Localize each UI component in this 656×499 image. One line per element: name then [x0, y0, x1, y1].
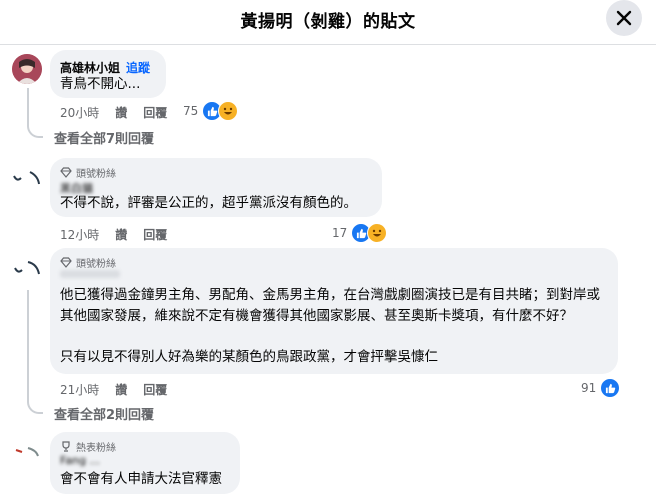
like-button[interactable]: 讚 [115, 226, 127, 243]
follow-button[interactable]: 追蹤 [126, 61, 150, 75]
comment-text: 只有以見不得別人好為樂的某顏色的鳥跟政黨，才會抨擊吳慷仁 [60, 349, 438, 365]
avatar[interactable] [12, 54, 42, 84]
reply-button[interactable]: 回覆 [143, 226, 167, 243]
comment-actions: 20小時 讚 回覆 [60, 104, 167, 121]
close-icon [616, 10, 632, 26]
post-header: 黃揚明（剝雞）的貼文 [0, 0, 656, 45]
like-button[interactable]: 讚 [115, 381, 127, 398]
comment-actions: 12小時 讚 回覆 [60, 226, 167, 243]
commenter-name[interactable] [60, 270, 120, 278]
fan-badge: 熱表粉絲 [60, 439, 116, 454]
comment-bubble: 高雄林小姐 追蹤 青鳥不開心... [50, 50, 166, 98]
reply-button[interactable]: 回覆 [143, 104, 167, 121]
reaction-summary[interactable]: 91 [581, 378, 621, 398]
haha-reaction-icon [367, 223, 388, 243]
badge-label: 熱表粉絲 [76, 443, 116, 454]
comment-text: 會不會有人申請大法官釋憲 [60, 471, 222, 487]
avatar[interactable] [12, 254, 42, 284]
reaction-summary[interactable]: 75 [183, 101, 239, 121]
like-reaction-icon [600, 378, 621, 398]
reaction-count: 75 [183, 104, 199, 118]
reaction-summary[interactable]: 17 [332, 223, 388, 243]
reply-thread-line [27, 290, 43, 414]
diamond-icon [60, 257, 72, 268]
trophy-icon [62, 441, 70, 452]
timestamp[interactable]: 20小時 [60, 104, 99, 121]
fan-badge: 頭號粉絲 [60, 165, 116, 180]
page-title: 黃揚明（剝雞）的貼文 [240, 12, 416, 32]
comment-text: 青鳥不開心... [60, 76, 141, 92]
avatar[interactable] [12, 438, 42, 468]
reply-button[interactable]: 回覆 [143, 381, 167, 398]
comment-bubble: 頭號粉絲 黑白貓 不得不說，評審是公正的，超乎黨派沒有顏色的。 [50, 158, 382, 217]
timestamp[interactable]: 21小時 [60, 381, 99, 398]
view-all-replies-link[interactable]: 查看全部7則回覆 [54, 128, 154, 147]
badge-label: 頭號粉絲 [76, 259, 116, 270]
commenter-name[interactable]: 高雄林小姐 [60, 61, 120, 75]
comment-text: 他已獲得過金鐘男主角、男配角、金馬男主角，在台灣戲劇圈演技已是有目共睹；到對岸或… [60, 287, 600, 324]
diamond-icon [60, 167, 72, 178]
commenter-name[interactable]: Fang ... [60, 454, 100, 467]
comment-text: 不得不說，評審是公正的，超乎黨派沒有顏色的。 [60, 195, 357, 211]
view-all-replies-link[interactable]: 查看全部2則回覆 [54, 404, 154, 423]
comment-bubble: 頭號粉絲 他已獲得過金鐘男主角、男配角、金馬男主角，在台灣戲劇圈演技已是有目共睹… [50, 248, 618, 374]
close-button[interactable] [606, 0, 642, 36]
comment-bubble: 熱表粉絲 Fang ... 會不會有人申請大法官釋憲 [50, 432, 240, 494]
badge-label: 頭號粉絲 [76, 169, 116, 180]
avatar[interactable] [12, 164, 42, 194]
haha-reaction-icon [218, 101, 239, 121]
like-button[interactable]: 讚 [115, 104, 127, 121]
comment-actions: 21小時 讚 回覆 [60, 381, 167, 398]
fan-badge: 頭號粉絲 [60, 255, 116, 270]
reaction-count: 91 [581, 381, 597, 395]
reply-thread-line [27, 88, 43, 138]
reaction-count: 17 [332, 226, 348, 240]
timestamp[interactable]: 12小時 [60, 226, 99, 243]
